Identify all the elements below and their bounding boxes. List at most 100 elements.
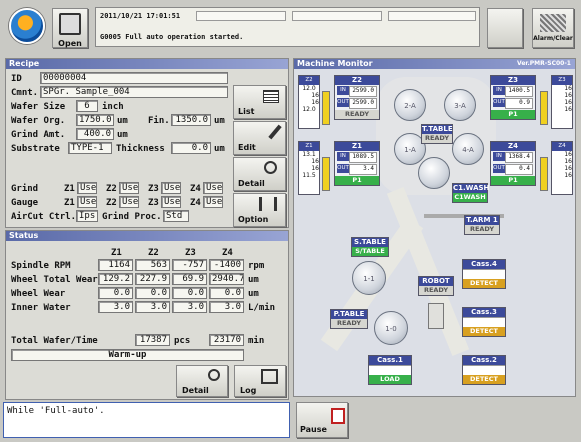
- pencil-icon: [268, 124, 282, 140]
- gauge-z2-field[interactable]: Use: [119, 196, 139, 208]
- cassette-2-name[interactable]: Cass.2: [463, 356, 505, 365]
- p-table-state: READY: [331, 319, 367, 328]
- inner-water-z2: 3.0: [135, 301, 170, 313]
- z3-gauge-v1: 16: [564, 85, 572, 92]
- wafer-4: 4-A: [452, 133, 484, 165]
- option-label: Option: [238, 215, 269, 224]
- id-field[interactable]: 00000004: [40, 72, 228, 84]
- grind-z3-field[interactable]: Use: [161, 182, 181, 194]
- fin-field[interactable]: 1350.0: [171, 114, 211, 126]
- z3-out-value: 0.9: [505, 98, 533, 109]
- gauge-z4-field[interactable]: Use: [203, 196, 223, 208]
- z1-name: Z1: [335, 142, 379, 151]
- recipe-header: Recipe: [6, 59, 288, 69]
- inner-water-z1: 3.0: [98, 301, 133, 313]
- monitor-version: Ver.PMR-SC00-1: [517, 60, 571, 67]
- z2-gauge-v1: 12.0: [302, 85, 316, 92]
- cassette-1-name[interactable]: Cass.1: [369, 356, 411, 365]
- wafer-3: 3-A: [444, 89, 476, 121]
- option-button[interactable]: Option: [233, 193, 286, 227]
- wafer-org-field[interactable]: 1750.0: [76, 114, 114, 126]
- total-min-field: 23170: [209, 334, 244, 346]
- z3-in-value: 1400.5: [505, 86, 533, 97]
- z1-gauge-v2: 16: [311, 158, 319, 165]
- z2-gauge: Z2 12.0 16 16 12.0: [298, 75, 320, 129]
- gauge-z1-field[interactable]: Use: [77, 196, 97, 208]
- log-button[interactable]: Log: [234, 365, 286, 397]
- fin-label: Fin.: [148, 116, 170, 126]
- wheel-total-wear-label: Wheel Total Wear: [11, 275, 98, 285]
- grind-z2-label: Z2: [106, 184, 117, 194]
- cmnt-field[interactable]: SPGr. Sample_004: [40, 86, 228, 98]
- spindle-rpm-z1: 1164: [98, 259, 133, 271]
- z4-gauge-v3: 16: [564, 165, 572, 172]
- wafer-2: 2-A: [394, 89, 426, 121]
- c-wash-box: C1.WASH C1WASH: [452, 183, 489, 203]
- status-detail-button[interactable]: Detail: [176, 365, 228, 397]
- grind-amt-field[interactable]: 400.0: [76, 128, 114, 140]
- wafer-org-label: Wafer Org.: [11, 116, 66, 126]
- z2-gauge-v4: 12.0: [302, 106, 316, 113]
- tools-icon: [259, 197, 277, 211]
- inner-water-z3: 3.0: [172, 301, 207, 313]
- s-table-box: S.TABLE S/TABLE: [351, 237, 389, 257]
- wheel-wear-unit: um: [248, 289, 259, 299]
- status-cell-2: [292, 11, 382, 21]
- magnifier-icon: [208, 369, 220, 381]
- col-z3: Z3: [185, 248, 196, 258]
- z1-level-bar: [322, 157, 330, 191]
- col-z4: Z4: [222, 248, 233, 258]
- status-cell-3: [388, 11, 476, 21]
- z2-in-value: 2599.0: [349, 86, 377, 97]
- z1-state: P1: [335, 176, 379, 185]
- wheel-total-wear-z2: 227.9: [135, 273, 170, 285]
- cassette-3-name[interactable]: Cass.3: [463, 308, 505, 317]
- fin-unit: um: [214, 116, 225, 126]
- list-icon: [263, 90, 279, 103]
- status-blank-button[interactable]: [487, 8, 523, 48]
- wheel-total-wear-z1: 129.2: [98, 273, 133, 285]
- z1-out-value: 3.4: [349, 164, 377, 175]
- t-arm-box: T.ARM 1 READY: [464, 215, 500, 235]
- col-z2: Z2: [148, 248, 159, 258]
- cassette-4-name[interactable]: Cass.4: [463, 260, 505, 269]
- grind-proc-field[interactable]: Std: [163, 210, 189, 222]
- wafer-size-field[interactable]: 6: [76, 100, 98, 112]
- status-header: Status: [6, 231, 288, 241]
- aircut-field[interactable]: Ips: [76, 210, 98, 222]
- z1-gauge-v3: 16: [311, 165, 319, 172]
- robot-state: READY: [419, 286, 453, 295]
- substrate-field[interactable]: TYPE-1: [68, 142, 112, 154]
- t-table-name: T.TABLE: [422, 125, 453, 134]
- pause-button[interactable]: Pause: [296, 402, 348, 438]
- timestamp: 2011/10/21 17:01:51: [100, 12, 181, 20]
- grind-z4-field[interactable]: Use: [203, 182, 223, 194]
- list-button[interactable]: List: [233, 85, 286, 119]
- edit-button[interactable]: Edit: [233, 121, 286, 155]
- wheel-wear-label: Wheel Wear: [11, 289, 66, 299]
- alarm-clear-label: Alarm/Clear: [533, 35, 573, 42]
- robot-box: ROBOT READY: [418, 276, 454, 296]
- gauge-z3-label: Z3: [148, 198, 159, 208]
- machine-monitor-header: Machine Monitor Ver.PMR-SC00-1: [294, 59, 575, 69]
- wheel-total-wear-z3: 69.9: [172, 273, 207, 285]
- total-pcs-field: 17387: [135, 334, 170, 346]
- list-label: List: [238, 107, 255, 116]
- status-cell-1: [196, 11, 286, 21]
- cassette-2: Cass.2 DETECT: [462, 355, 506, 385]
- grind-z2-field[interactable]: Use: [119, 182, 139, 194]
- cassette-3: Cass.3 DETECT: [462, 307, 506, 337]
- magnifier-icon: [264, 161, 277, 174]
- s-table-name: S.TABLE: [352, 238, 388, 247]
- grind-z1-field[interactable]: Use: [77, 182, 97, 194]
- pcs-unit: pcs: [174, 336, 191, 346]
- detail-button[interactable]: Detail: [233, 157, 286, 191]
- gauge-z3-field[interactable]: Use: [161, 196, 181, 208]
- wafer-org-unit: um: [117, 116, 128, 126]
- open-button[interactable]: Open: [52, 8, 88, 48]
- thickness-field[interactable]: 0.0: [171, 142, 211, 154]
- alarm-clear-button[interactable]: Alarm/Clear: [532, 8, 574, 48]
- message-box: While 'Full-auto'.: [3, 402, 290, 438]
- warmup-status: Warm-up: [11, 349, 244, 361]
- z4-module: Z4 IN 1368.4 OUT 0.4 P1: [490, 141, 536, 186]
